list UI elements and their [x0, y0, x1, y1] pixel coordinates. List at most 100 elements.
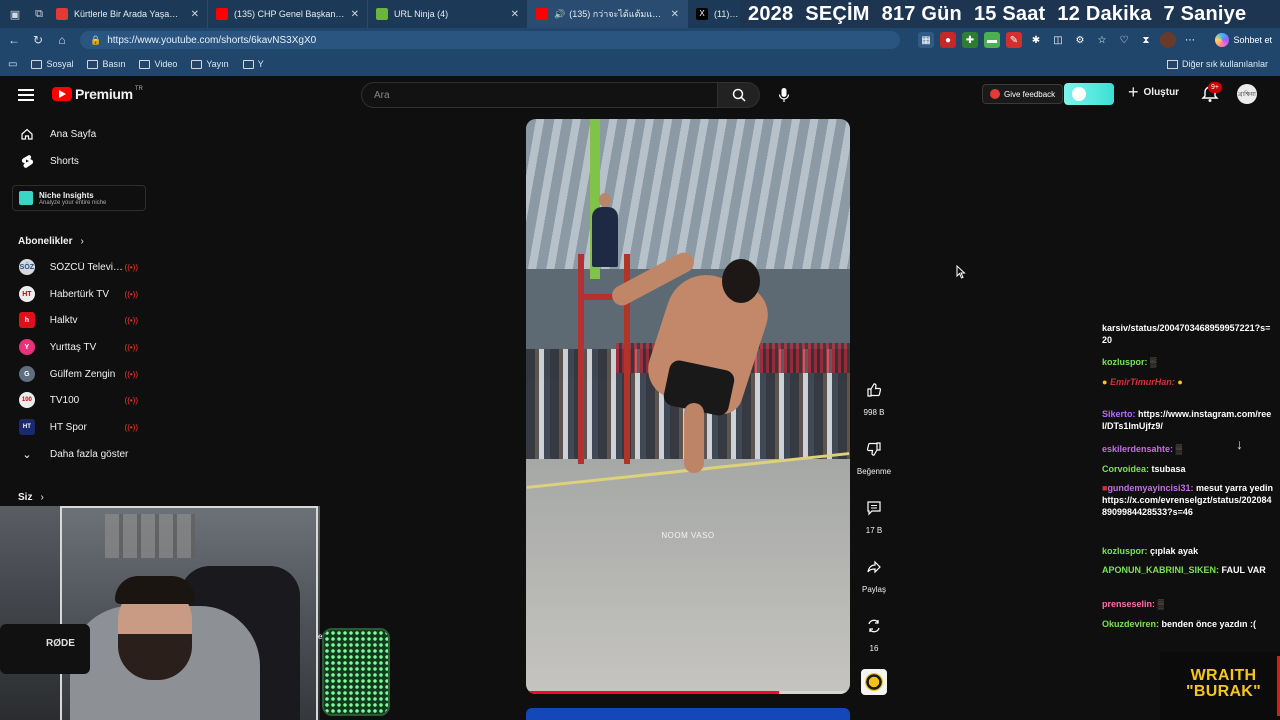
mic-brand-label: RØDE	[46, 638, 75, 649]
folder-icon	[1166, 59, 1178, 69]
countdown-days: 817 Gün	[881, 2, 962, 25]
like-button[interactable]: 998 B	[850, 378, 898, 417]
browser-tab[interactable]: Kürtlerle Bir Arada Yaşamak Zorun✕	[48, 0, 208, 28]
bookmark-folder[interactable]: Yayın	[191, 59, 229, 69]
browser-tab-active[interactable]: 🔊(135) กว่าจะได้แต้มแต่ละแต้ม!! เพื่อนตั…	[528, 0, 688, 28]
url-field[interactable]: 🔒 https://www.youtube.com/shorts/6kavNS3X…	[80, 31, 900, 49]
battery-extension-icon[interactable]: ▬	[984, 32, 1000, 48]
sidebar-item-home[interactable]: Ana Sayfa	[0, 121, 160, 147]
reading-view-icon[interactable]: ▭	[8, 59, 17, 70]
show-more-button[interactable]: ⌄ Daha fazla göster	[0, 441, 160, 467]
player-leg	[684, 403, 704, 473]
extensions-row: ▦ ● ✚ ▬ ✎ ✱ ◫ ⚙ ☆ ♡ ⧗ ⋯	[918, 32, 1198, 48]
remix-button[interactable]: 16	[850, 614, 898, 653]
shorts-video-player[interactable]: NOOM VASO	[526, 119, 850, 694]
home-icon[interactable]: ⌂	[50, 33, 74, 47]
split-screen-icon[interactable]: ◫	[1050, 32, 1066, 48]
profile-avatar-icon[interactable]	[1160, 32, 1176, 48]
microphone	[0, 624, 90, 674]
referee	[592, 193, 618, 267]
green-orb-widget	[322, 628, 390, 716]
chat-message: kozluspor: çıplak ayak	[1102, 546, 1199, 556]
favorites-icon[interactable]: ☆	[1094, 32, 1110, 48]
subscription-item[interactable]: SÖZSÖZCÜ Televizyo...((•))	[0, 254, 160, 280]
close-tab-icon[interactable]: ✕	[671, 9, 679, 20]
audio-playing-icon[interactable]: 🔊	[554, 9, 565, 20]
sidebar-item-shorts[interactable]: Shorts	[0, 148, 160, 174]
close-tab-icon[interactable]: ✕	[191, 9, 199, 20]
copilot-button[interactable]: Sohbet et	[1215, 33, 1272, 47]
comments-button[interactable]: 17 B	[850, 496, 898, 535]
channel-logo-icon	[865, 673, 883, 691]
settings-icon[interactable]: ⚙	[1072, 32, 1088, 48]
plus-icon: +	[1128, 82, 1139, 102]
grid-extension-icon[interactable]: ▦	[918, 32, 934, 48]
dislike-button[interactable]: Beğenme	[850, 437, 898, 476]
search-button[interactable]	[718, 82, 760, 108]
channel-avatar: HT	[19, 419, 35, 435]
comment-count: 17 B	[865, 526, 883, 535]
create-button[interactable]: + Oluştur	[1128, 82, 1179, 102]
sidebar: Ana Sayfa Shorts Niche Insights Analyze y…	[0, 116, 160, 506]
browser-tab[interactable]: X(11) Ana	[688, 0, 748, 28]
more-menu-icon[interactable]: ⋯	[1182, 32, 1198, 48]
subscription-item[interactable]: HT HT Spor ((•))	[0, 414, 160, 440]
you-heading[interactable]: Siz ›	[18, 492, 44, 503]
bookmark-folder[interactable]: Sosyal	[31, 59, 73, 69]
bookmark-folder[interactable]: Video	[139, 59, 177, 69]
browser-tab[interactable]: URL Ninja (4) ✕	[368, 0, 528, 28]
red-extension-icon[interactable]: ●	[940, 32, 956, 48]
x-favicon-icon: X	[696, 8, 708, 20]
subscription-item[interactable]: 100 TV100 ((•))	[0, 387, 160, 413]
history-icon[interactable]: ⧗	[1138, 32, 1154, 48]
niche-insights-button[interactable]: Niche Insights Analyze your entire niche	[12, 185, 146, 211]
tab-favicon-icon	[56, 8, 68, 20]
puzzle-icon[interactable]: ✱	[1028, 32, 1044, 48]
tab-actions-icon[interactable]: ▣	[6, 5, 24, 23]
back-icon[interactable]: ←	[2, 33, 26, 47]
bookmark-folder[interactable]: Y	[242, 59, 264, 69]
countdown-minutes: 12 Dakika	[1057, 2, 1152, 25]
home-icon	[19, 126, 35, 142]
channel-thumbnail[interactable]	[861, 669, 887, 695]
green-extension-icon[interactable]: ✚	[962, 32, 978, 48]
close-tab-icon[interactable]: ✕	[511, 9, 519, 20]
live-icon: ((•))	[124, 342, 138, 352]
folder-icon	[139, 59, 151, 69]
pen-extension-icon[interactable]: ✎	[1006, 32, 1022, 48]
countdown-label: SEÇİM	[805, 2, 870, 25]
account-avatar[interactable]: ব্রাক্ষিয়া	[1237, 84, 1257, 104]
copilot-icon	[1215, 33, 1230, 47]
subscriptions-heading[interactable]: Abonelikler ›	[18, 236, 84, 247]
scroll-down-arrow-icon[interactable]: ↓	[1236, 436, 1243, 452]
feedback-icon	[990, 89, 1000, 99]
subscription-item[interactable]: HT Habertürk TV ((•))	[0, 281, 160, 307]
reload-icon[interactable]: ↻	[26, 33, 50, 47]
youtube-premium-logo[interactable]: Premium TR	[52, 86, 143, 102]
menu-icon[interactable]	[18, 87, 34, 103]
subscription-item[interactable]: Y Yurttaş TV ((•))	[0, 334, 160, 360]
youtube-favicon-icon	[216, 8, 228, 20]
subscription-item[interactable]: G Gülfem Zengin ((•))	[0, 361, 160, 387]
youtube-play-icon	[52, 87, 72, 101]
share-button[interactable]: Paylaş	[850, 555, 898, 594]
channel-avatar: HT	[19, 286, 35, 302]
remix-icon	[862, 614, 886, 638]
extension-toggle-button[interactable]	[1064, 83, 1114, 105]
folder-icon	[191, 59, 203, 69]
search-input[interactable]: Ara	[361, 82, 718, 108]
workspaces-icon[interactable]: ⧉	[30, 5, 48, 23]
video-progress-bar[interactable]	[526, 691, 850, 694]
voice-search-button[interactable]	[772, 83, 796, 107]
browser-tab[interactable]: (135) CHP Genel Başkanı Özgür Ö✕	[208, 0, 368, 28]
chat-message: karsiv/status/2004703468959957221?s=20	[1102, 323, 1271, 345]
other-favorites[interactable]: Diğer sık kullanılanlar	[1166, 59, 1268, 69]
next-video-strip	[526, 708, 850, 720]
chat-message: Sikerto: https://www.instagram.com/reel/…	[1102, 409, 1272, 431]
bookmarks-bar: ▭ Sosyal Basın Video Yayın Y Diğer sık k…	[0, 52, 1280, 76]
give-feedback-button[interactable]: Give feedback	[982, 84, 1064, 104]
bookmark-folder[interactable]: Basın	[87, 59, 125, 69]
close-tab-icon[interactable]: ✕	[351, 9, 359, 20]
collections-icon[interactable]: ♡	[1116, 32, 1132, 48]
subscription-item[interactable]: h Halktv ((•))	[0, 307, 160, 333]
